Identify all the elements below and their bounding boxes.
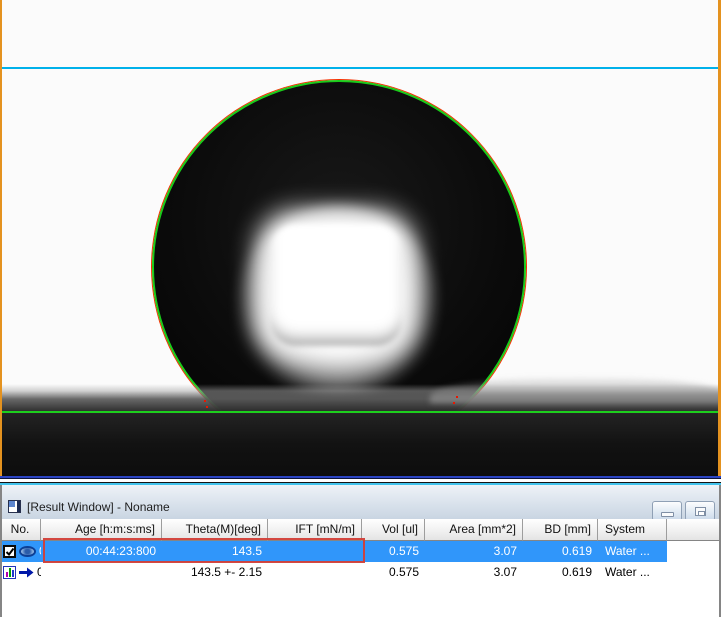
cell-age [41, 562, 162, 583]
cell-bd: 0.619 [523, 541, 598, 562]
column-header-area[interactable]: Area [mm*2] [425, 519, 523, 541]
cell-theta: 143.5 +- 2.15 [162, 562, 268, 583]
row-checkbox-checked[interactable] [3, 545, 16, 558]
drop-contour-oval-icon [19, 546, 36, 557]
droplet-reflection-highlight [270, 224, 402, 346]
restore-button[interactable] [685, 501, 715, 521]
camera-view-panel [0, 0, 721, 476]
column-header-blank [667, 519, 721, 541]
cell-system: Water ... [598, 562, 667, 583]
result-window-titlebar[interactable]: [Result Window] - Noname [0, 485, 721, 519]
result-window-left-border [0, 485, 2, 617]
video-bottom-border-shadow [0, 478, 721, 479]
cell-vol: 0.575 [362, 541, 425, 562]
cell-system: Water ... [598, 541, 667, 562]
cell-bd: 0.619 [523, 562, 598, 583]
frame-edge-left-line [0, 0, 2, 476]
annotation-highlight-box [43, 538, 365, 563]
cell-ift [268, 562, 362, 583]
column-header-vol[interactable]: Vol [ul] [362, 519, 425, 541]
minimize-icon [661, 512, 674, 517]
result-window: [Result Window] - Noname No. Age [h:m:s:… [0, 482, 721, 617]
result-row-statistics[interactable]: 0... 143.5 +- 2.15 0.575 3.07 0.619 Wate… [0, 562, 667, 583]
cell-vol: 0.575 [362, 562, 425, 583]
column-header-system[interactable]: System [598, 519, 667, 541]
baseline-line [2, 411, 719, 413]
minimize-button[interactable] [652, 501, 682, 521]
cell-no: 0... [0, 562, 41, 583]
reference-line [0, 67, 721, 69]
cell-area: 3.07 [425, 562, 523, 583]
contour-residual-dots [204, 400, 206, 402]
cell-area: 3.07 [425, 541, 523, 562]
histogram-icon [3, 566, 16, 579]
result-window-title: [Result Window] - Noname [27, 500, 170, 514]
restore-icon [695, 507, 706, 516]
column-header-no[interactable]: No. [0, 519, 41, 541]
arrow-right-icon [19, 567, 34, 578]
cell-no: 0... [0, 541, 41, 562]
result-window-icon [8, 500, 21, 513]
app-root: [Result Window] - Noname No. Age [h:m:s:… [0, 0, 721, 617]
column-header-bd[interactable]: BD [mm] [523, 519, 598, 541]
